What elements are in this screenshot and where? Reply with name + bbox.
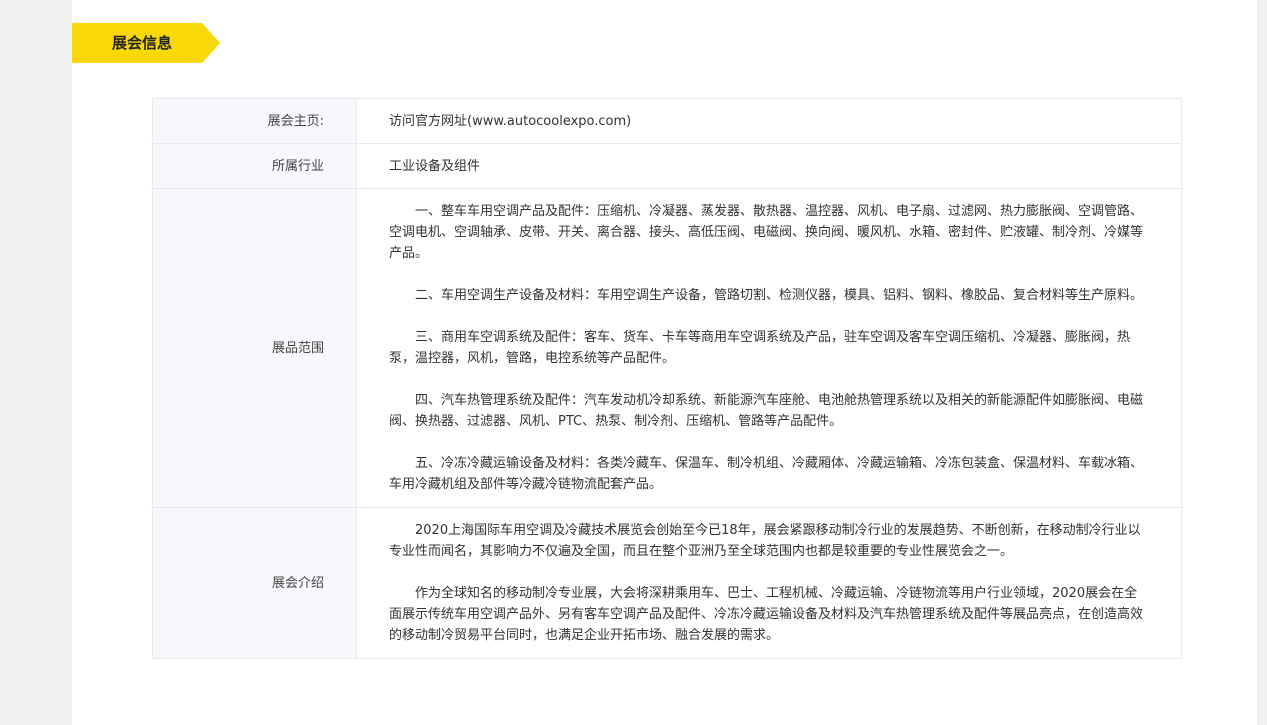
- section-title: 展会信息: [112, 34, 173, 52]
- table-row-intro: 展会介绍 2020上海国际车用空调及冷藏技术展览会创始至今已18年，展会紧跟移动…: [152, 507, 1182, 659]
- scope-paragraph: 五、冷冻冷藏运输设备及材料：各类冷藏车、保温车、制冷机组、冷藏厢体、冷藏运输箱、…: [389, 456, 1144, 492]
- scrollbar-gutter: [1257, 0, 1262, 725]
- scope-paragraph: 一、整车车用空调产品及配件：压缩机、冷凝器、蒸发器、散热器、温控器、风机、电子扇…: [389, 204, 1144, 261]
- homepage-label: 展会主页:: [152, 98, 357, 144]
- industry-value: 工业设备及组件: [356, 143, 1182, 189]
- exhibition-info-panel: 展会信息 展会主页: 访问官方网址(www.autocoolexpo.com) …: [72, 0, 1262, 725]
- homepage-value-cell: 访问官方网址(www.autocoolexpo.com): [356, 98, 1182, 144]
- official-website-link[interactable]: 访问官方网址(www.autocoolexpo.com): [389, 114, 631, 129]
- section-tag: 展会信息: [72, 23, 220, 63]
- scope-label: 展品范围: [152, 188, 357, 508]
- intro-value-cell: 2020上海国际车用空调及冷藏技术展览会创始至今已18年，展会紧跟移动制冷行业的…: [356, 507, 1182, 659]
- industry-label: 所属行业: [152, 143, 357, 189]
- scope-paragraph: 四、汽车热管理系统及配件：汽车发动机冷却系统、新能源汽车座舱、电池舱热管理系统以…: [389, 393, 1144, 429]
- table-row-homepage: 展会主页: 访问官方网址(www.autocoolexpo.com): [152, 98, 1182, 144]
- table-row-industry: 所属行业 工业设备及组件: [152, 143, 1182, 189]
- intro-label: 展会介绍: [152, 507, 357, 659]
- table-row-scope: 展品范围 一、整车车用空调产品及配件：压缩机、冷凝器、蒸发器、散热器、温控器、风…: [152, 188, 1182, 508]
- intro-paragraph: 作为全球知名的移动制冷专业展，大会将深耕乘用车、巴士、工程机械、冷藏运输、冷链物…: [389, 586, 1144, 643]
- exhibition-info-table: 展会主页: 访问官方网址(www.autocoolexpo.com) 所属行业 …: [152, 98, 1182, 659]
- scope-value-cell: 一、整车车用空调产品及配件：压缩机、冷凝器、蒸发器、散热器、温控器、风机、电子扇…: [356, 188, 1182, 508]
- scope-paragraph: 二、车用空调生产设备及材料：车用空调生产设备，管路切割、检测仪器，模具、铝料、钢…: [415, 288, 1144, 303]
- scope-paragraph: 三、商用车空调系统及配件：客车、货车、卡车等商用车空调系统及产品，驻车空调及客车…: [389, 330, 1131, 366]
- intro-paragraph: 2020上海国际车用空调及冷藏技术展览会创始至今已18年，展会紧跟移动制冷行业的…: [389, 523, 1141, 559]
